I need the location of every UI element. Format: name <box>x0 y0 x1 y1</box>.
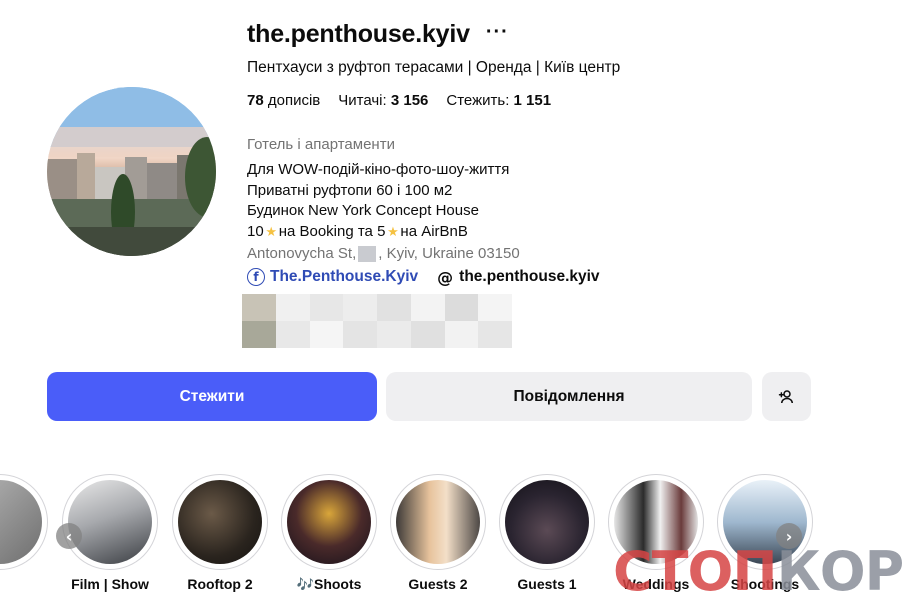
highlight-label: Rooftop 2 <box>187 576 253 592</box>
highlight-label: 🎶Shoots <box>296 576 362 592</box>
bio-line-ratings: 10 ★ на Booking та 5 ★ на AirBnB <box>247 222 509 243</box>
message-button[interactable]: Повідомлення <box>386 372 752 421</box>
followers-count[interactable]: Читачі: 3 156 <box>338 92 428 109</box>
star-icon: ★ <box>387 223 399 239</box>
profile-links: f The.Penthouse.Kyiv @ the.penthouse.kyi… <box>247 267 600 287</box>
bio-line: Будинок New York Concept House <box>247 202 479 219</box>
username: the.penthouse.kyiv <box>247 20 470 48</box>
highlight-partial[interactable] <box>0 474 48 570</box>
highlight-item[interactable]: 🎶Shoots <box>281 474 377 593</box>
threads-link[interactable]: @ the.penthouse.kyiv <box>436 267 599 287</box>
highlight-label: Guests 2 <box>408 576 468 592</box>
facebook-link[interactable]: f The.Penthouse.Kyiv <box>247 268 418 286</box>
suggest-user-button[interactable] <box>762 372 811 421</box>
following-count[interactable]: Стежить: 1 151 <box>446 92 551 109</box>
profile-full-name: Пентхауси з руфтоп терасами | Оренда | К… <box>247 59 621 76</box>
threads-icon: @ <box>437 267 454 287</box>
watermark-logo: СТОПКОР <box>613 540 903 603</box>
profile-avatar[interactable] <box>47 87 216 256</box>
prev-arrow-icon[interactable]: ‹ <box>56 523 82 549</box>
star-icon: ★ <box>265 223 278 239</box>
bio-line: Для WOW-подій-кіно-фото-шоу-життя <box>247 161 510 178</box>
highlight-label: Film | Show <box>71 576 149 592</box>
highlight-label: Guests 1 <box>517 576 577 592</box>
bio-line: Приватні руфтопи 60 і 100 м2 <box>247 181 453 199</box>
profile-category: Готель і апартаменти <box>247 136 395 153</box>
highlight-item[interactable]: Guests 2 <box>390 474 486 592</box>
follow-button[interactable]: Стежити <box>47 372 377 421</box>
facebook-icon: f <box>247 268 265 286</box>
profile-address[interactable]: Antonovycha St, , Kyiv, Ukraine 03150 <box>247 245 520 262</box>
posts-count[interactable]: 78 дописів <box>247 92 320 109</box>
more-options-icon[interactable]: ··· <box>486 22 509 42</box>
highlight-item[interactable]: Rooftop 2 <box>172 474 268 592</box>
profile-stats: 78 дописів Читачі: 3 156 Стежить: 1 151 <box>247 92 551 109</box>
redacted-block <box>358 245 377 262</box>
highlight-item[interactable]: Guests 1 <box>499 474 595 592</box>
avatar-image <box>47 87 216 256</box>
add-person-icon <box>778 389 793 403</box>
profile-bio: Для WOW-подій-кіно-фото-шоу-життя Приват… <box>247 160 509 242</box>
redacted-pixelated-area <box>242 294 512 348</box>
